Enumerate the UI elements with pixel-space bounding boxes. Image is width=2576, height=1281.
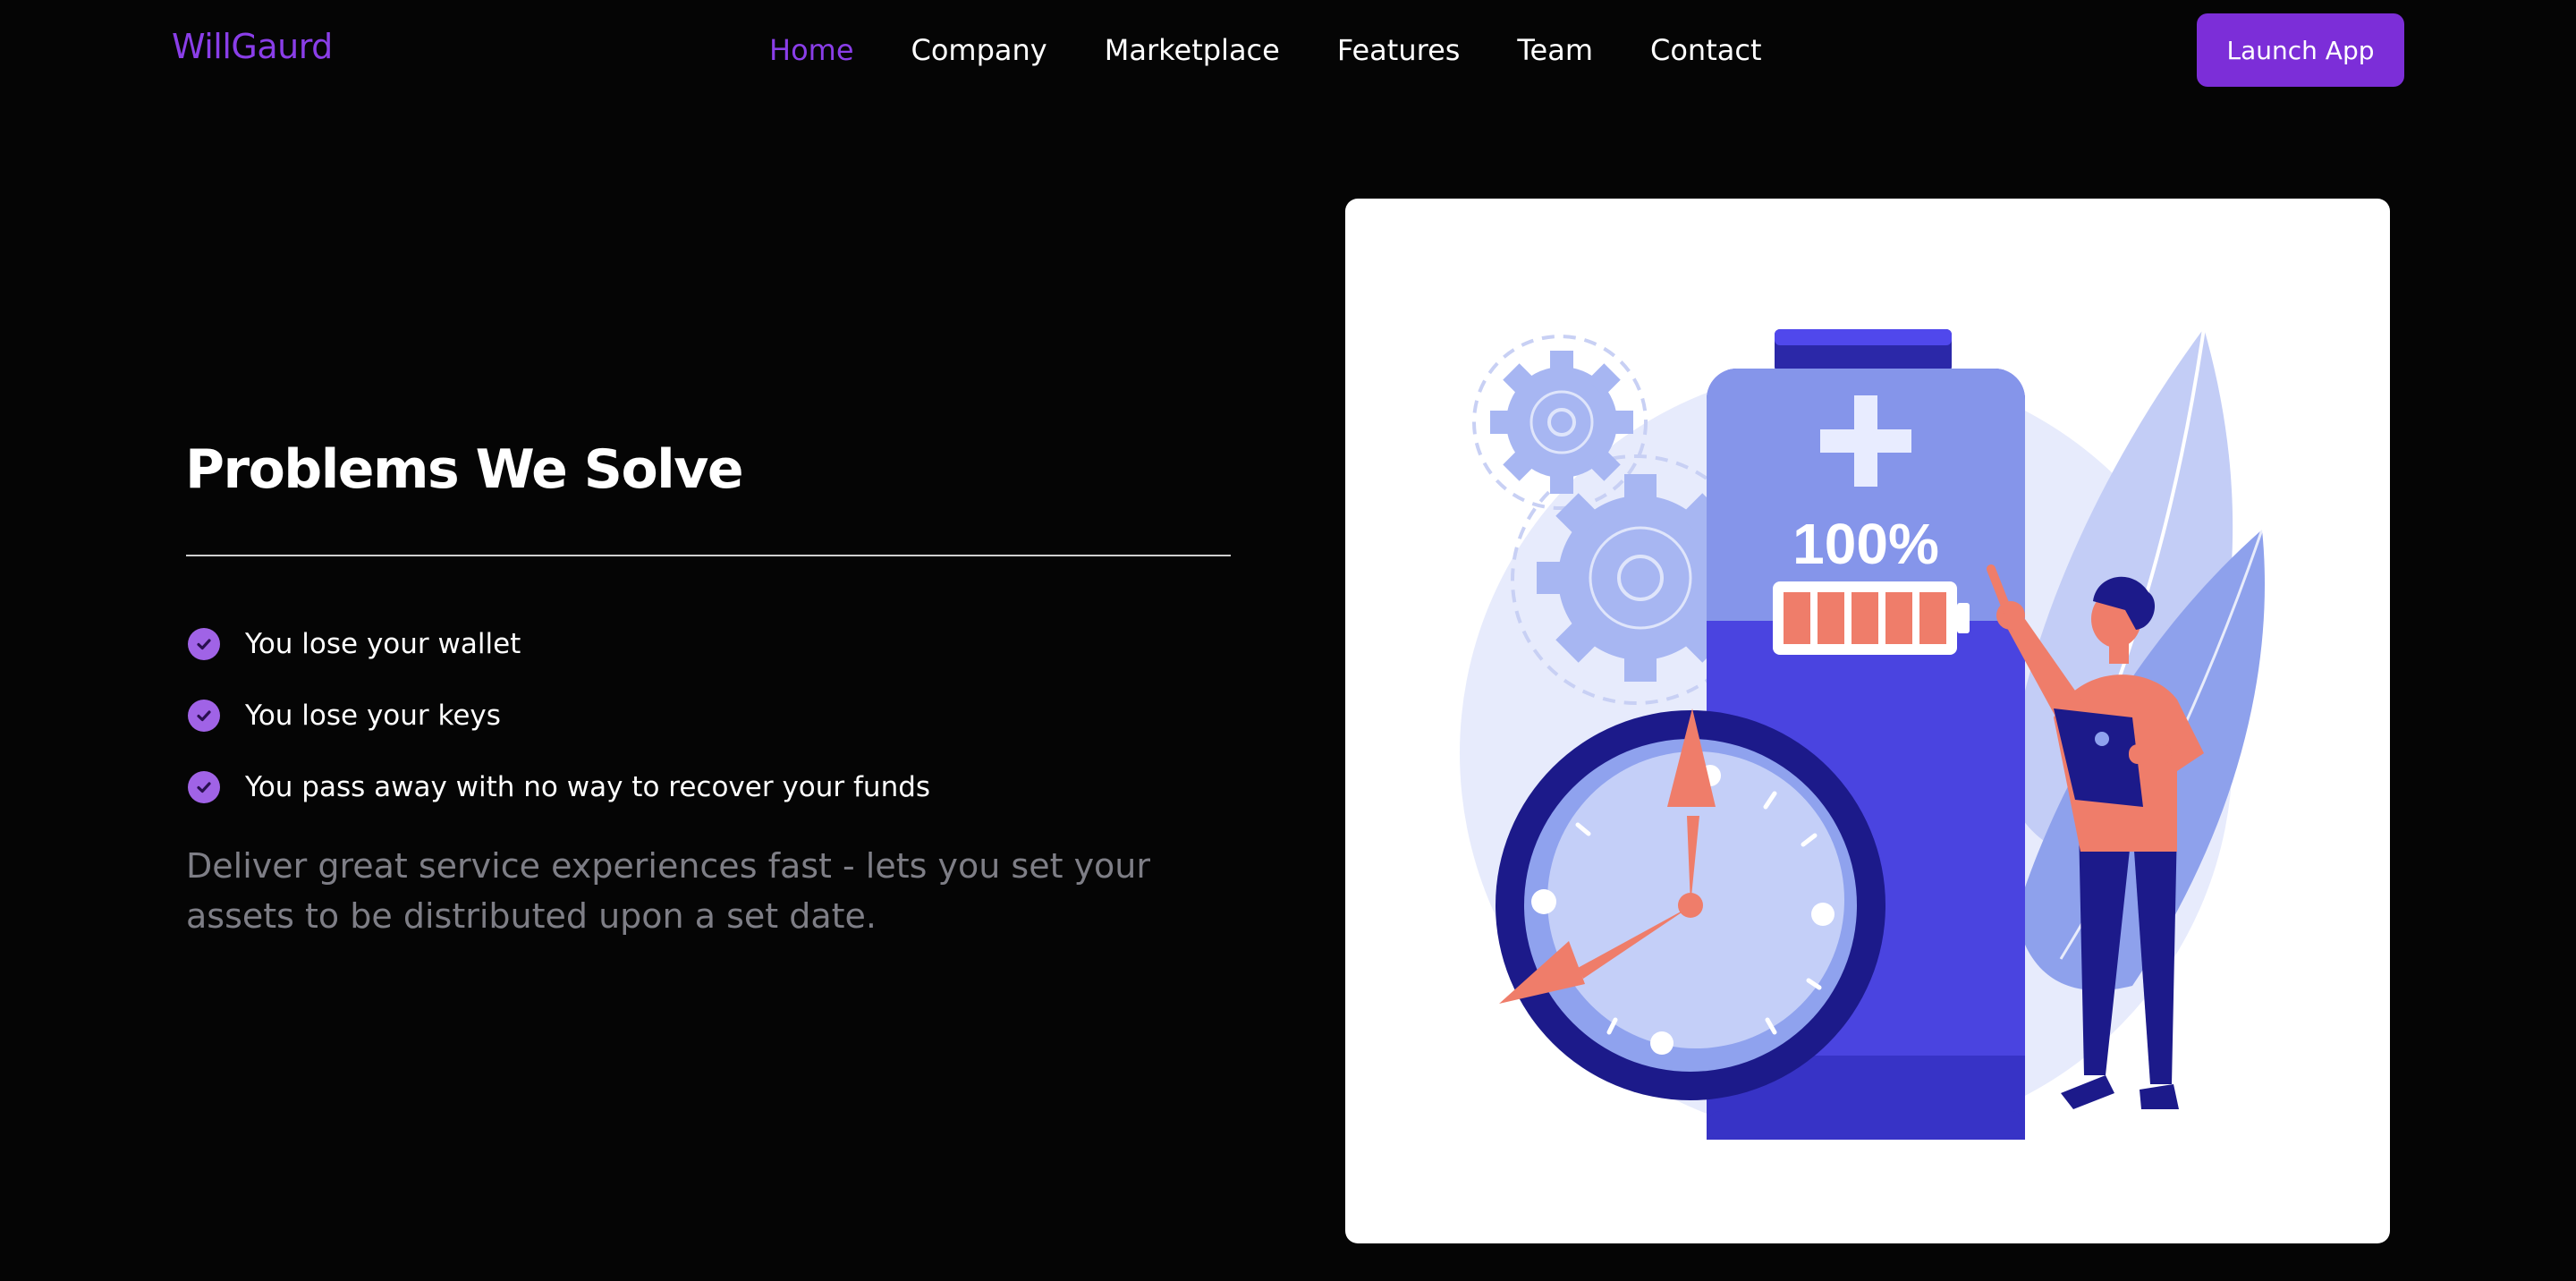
battery-percent-label: 100% [1792, 512, 1939, 576]
feature-item: You pass away with no way to recover you… [186, 751, 930, 823]
feature-item: You lose your wallet [186, 608, 930, 680]
nav-item-marketplace: Marketplace [1105, 33, 1280, 67]
nav-link-marketplace[interactable]: Marketplace [1105, 33, 1280, 67]
nav-item-contact: Contact [1650, 33, 1762, 67]
main-nav: Home Company Marketplace Features Team C… [769, 0, 1762, 100]
brand-logo[interactable]: WillGaurd [172, 27, 333, 66]
page: WillGaurd Home Company Marketplace Featu… [0, 0, 2576, 1281]
illustration-card: 100% [1345, 199, 2390, 1243]
nav-link-home[interactable]: Home [769, 33, 854, 67]
check-circle-icon [188, 771, 220, 803]
nav-item-features: Features [1337, 33, 1461, 67]
check-circle-icon [188, 628, 220, 660]
feature-list: You lose your wallet You lose your keys … [186, 608, 930, 823]
launch-app-button[interactable]: Launch App [2197, 13, 2404, 87]
check-circle-icon [188, 700, 220, 732]
nav-item-home: Home [769, 33, 854, 67]
feature-item: You lose your keys [186, 680, 930, 751]
gear-icon [1490, 351, 1633, 494]
feature-text: You lose your keys [245, 700, 501, 732]
section-description: Deliver great service experiences fast -… [186, 846, 1151, 936]
nav-item-team: Team [1517, 33, 1593, 67]
section-divider [186, 555, 1231, 556]
nav-link-contact[interactable]: Contact [1650, 33, 1762, 67]
battery-cells [1784, 592, 1946, 644]
nav-link-features[interactable]: Features [1337, 33, 1461, 67]
clock-icon [1496, 708, 1885, 1100]
nav-link-company[interactable]: Company [911, 33, 1047, 67]
nav-item-company: Company [911, 33, 1047, 67]
feature-text: You pass away with no way to recover you… [245, 771, 931, 803]
section-title: Problems We Solve [185, 438, 744, 501]
illustration: 100% [1460, 327, 2266, 1140]
feature-text: You lose your wallet [245, 628, 521, 660]
nav-link-team[interactable]: Team [1517, 33, 1593, 67]
